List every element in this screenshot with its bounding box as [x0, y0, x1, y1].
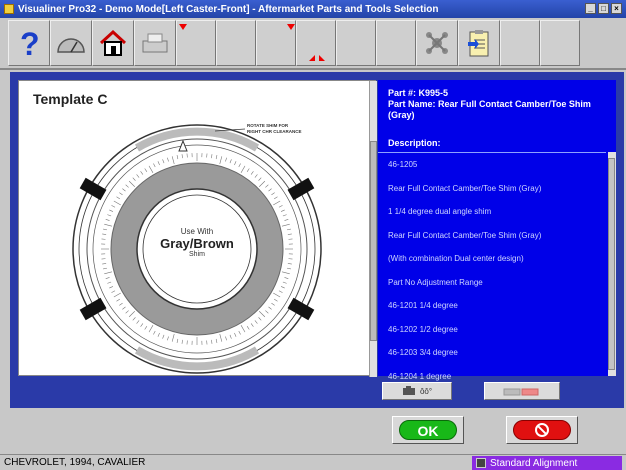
- cancel-pill: [513, 420, 571, 440]
- shim-label: Shim: [189, 251, 205, 258]
- printer-icon: [503, 388, 539, 396]
- clipboard-arrow-icon: [468, 30, 489, 57]
- indicator-icon: [287, 24, 295, 30]
- gauge-button[interactable]: [50, 20, 92, 66]
- toolbar-slot-3[interactable]: [256, 20, 296, 66]
- view-button[interactable]: ôô°: [382, 382, 452, 400]
- print-part-button[interactable]: [484, 382, 560, 400]
- toolbar: ?: [0, 18, 626, 70]
- part-name: Part Name: Rear Full Contact Camber/Toe …: [388, 99, 591, 120]
- app-icon: [4, 4, 14, 14]
- mode-icon: [476, 458, 486, 468]
- home-icon: [99, 29, 127, 56]
- ok-label: OK: [399, 420, 457, 440]
- toolbar-slot-1[interactable]: [176, 20, 216, 66]
- toolbar-slot-7[interactable]: [500, 20, 540, 66]
- list-item: 46-1205: [388, 160, 418, 169]
- description-label: Description:: [388, 138, 441, 148]
- settings-button[interactable]: [416, 20, 458, 66]
- title-bar: Visualiner Pro32 - Demo Mode[Left Caster…: [0, 0, 626, 18]
- description-scrollbar-thumb[interactable]: [608, 158, 615, 370]
- template-note-line-2: RIGHT CHR CLEARANCE: [247, 129, 302, 134]
- shim-color-label: Gray/Brown: [160, 236, 234, 251]
- list-item: 46-1201 1/4 degree: [388, 301, 458, 310]
- list-item: (With combination Dual center design): [388, 254, 524, 263]
- toolbar-slot-5[interactable]: [336, 20, 376, 66]
- template-scrollbar-thumb[interactable]: [370, 141, 377, 341]
- maximize-button[interactable]: □: [598, 3, 609, 14]
- printer-icon: [142, 33, 168, 53]
- indicator-icon: [179, 24, 187, 30]
- minimize-button[interactable]: _: [585, 3, 596, 14]
- close-button[interactable]: ×: [611, 3, 622, 14]
- vehicle-info: CHEVROLET, 1994, CAVALIER: [4, 457, 146, 468]
- list-item: 46-1202 1/2 degree: [388, 324, 458, 334]
- list-item: Rear Full Contact Camber/Toe Shim (Gray): [388, 183, 542, 193]
- window-controls: _ □ ×: [585, 3, 622, 14]
- print-button[interactable]: [134, 20, 176, 66]
- list-item: 1 1/4 degree dual angle shim: [388, 207, 492, 216]
- status-bar: CHEVROLET, 1994, CAVALIER Standard Align…: [0, 454, 626, 470]
- corner-mark-icon: [309, 55, 325, 61]
- template-panel: Template C ROTATE SHIM FOR RIGHT CHR CLE…: [18, 80, 377, 377]
- toolbar-slot-6[interactable]: [376, 20, 416, 66]
- mode-label: Standard Alignment: [490, 457, 578, 469]
- template-note: ROTATE SHIM FOR: [247, 123, 289, 128]
- list-item: 46-1203 3/4 degree: [388, 348, 458, 357]
- question-icon: ?: [20, 27, 40, 59]
- cancel-button[interactable]: [506, 416, 578, 444]
- svg-text:?: ?: [20, 27, 40, 59]
- no-entry-icon: [535, 423, 549, 437]
- description-list: 46-1205 Rear Full Contact Camber/Toe Shi…: [378, 152, 606, 381]
- part-info-panel: Part #: K995-5 Part Name: Rear Full Cont…: [378, 80, 616, 381]
- content-frame: Template C ROTATE SHIM FOR RIGHT CHR CLE…: [10, 72, 624, 408]
- window-title: Visualiner Pro32 - Demo Mode[Left Caster…: [18, 3, 439, 15]
- view-button-label: ôô°: [419, 386, 433, 396]
- toolbar-slot-8[interactable]: [540, 20, 580, 66]
- part-header: Part #: K995-5 Part Name: Rear Full Cont…: [378, 80, 616, 129]
- use-with-label: Use With: [180, 227, 214, 236]
- home-button[interactable]: [92, 20, 134, 66]
- molecule-icon: [426, 32, 448, 54]
- gauge-icon: [57, 38, 85, 53]
- part-number: Part #: K995-5: [388, 88, 449, 98]
- document-button[interactable]: [458, 20, 500, 66]
- help-button[interactable]: ?: [8, 20, 50, 66]
- list-item: Part No Adjustment Range: [388, 277, 483, 287]
- template-scrollbar[interactable]: [369, 81, 377, 377]
- list-item: Rear Full Contact Camber/Toe Shim (Gray): [388, 230, 542, 240]
- template-center-label: Use With Gray/Brown Shim: [147, 227, 247, 258]
- toolbar-slot-2[interactable]: [216, 20, 256, 66]
- ok-button[interactable]: OK: [392, 416, 464, 444]
- toolbar-slot-4[interactable]: [296, 20, 336, 66]
- mode-indicator: Standard Alignment: [472, 456, 622, 470]
- camera-icon: [402, 386, 415, 395]
- description-scrollbar[interactable]: [608, 152, 616, 376]
